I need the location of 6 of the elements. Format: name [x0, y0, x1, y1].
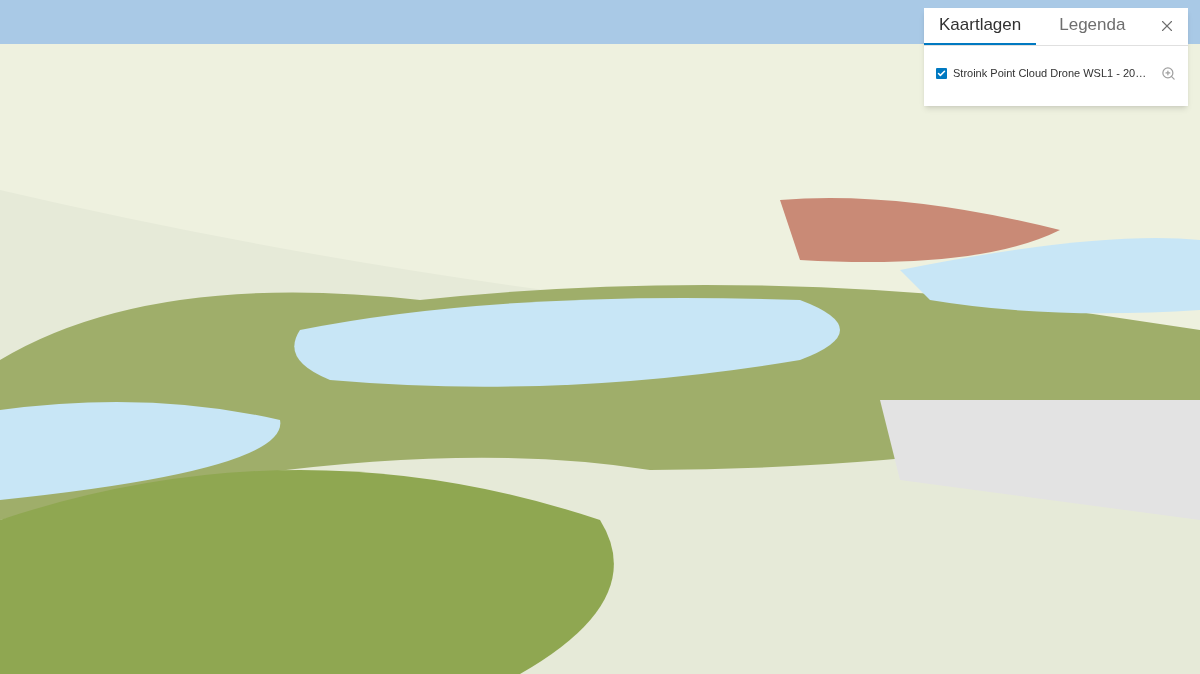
- layer-checkbox[interactable]: [936, 67, 947, 79]
- zoom-to-icon[interactable]: [1161, 65, 1176, 81]
- layer-title[interactable]: Stroink Point Cloud Drone WSL1 - 20…: [953, 65, 1147, 82]
- panel-tab[interactable]: Kaartlagen: [924, 7, 1037, 45]
- map-scene-drawing[interactable]: [0, 0, 1200, 674]
- panel-tab[interactable]: Legenda: [1044, 7, 1141, 45]
